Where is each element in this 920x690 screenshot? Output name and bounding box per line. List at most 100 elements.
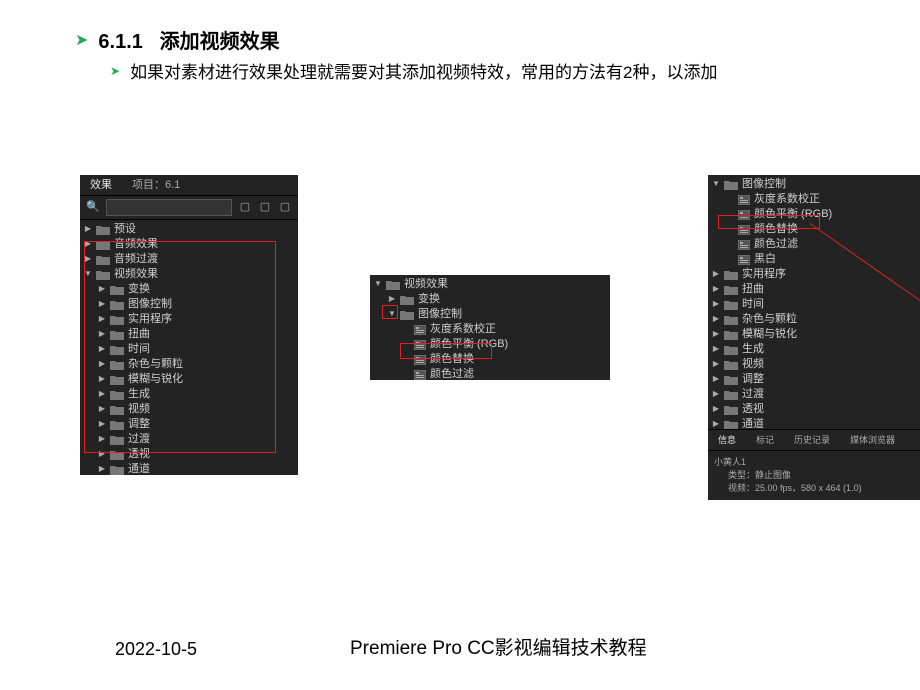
tree-row[interactable]: ▶实用程序: [708, 267, 920, 282]
tree-row[interactable]: ▶透视: [80, 447, 298, 462]
tree-row[interactable]: ▶杂色与颗粒: [80, 357, 298, 372]
tree-row[interactable]: ▶扭曲: [708, 282, 920, 297]
chevron-right-icon[interactable]: ▶: [98, 284, 106, 295]
effects-tree[interactable]: ▼图像控制灰度系数校正颜色平衡 (RGB)颜色替换颜色过滤黑白▶实用程序▶扭曲▶…: [708, 175, 920, 429]
tree-item-label: 颜色过滤: [754, 237, 798, 252]
folder-icon: [110, 390, 124, 400]
chevron-right-icon[interactable]: ▶: [712, 404, 720, 415]
tree-row[interactable]: 颜色平衡 (RGB): [708, 207, 920, 222]
chevron-right-icon[interactable]: ▶: [98, 434, 106, 445]
tree-row[interactable]: ▶实用程序: [80, 312, 298, 327]
tree-row[interactable]: ▼视频效果: [80, 267, 298, 282]
tree-row[interactable]: ▶通道: [708, 417, 920, 429]
tree-row[interactable]: 颜色替换: [370, 352, 610, 367]
tab-info[interactable]: 信息: [708, 432, 746, 448]
tree-row[interactable]: ▶变换: [80, 282, 298, 297]
tab-history[interactable]: 历史记录: [784, 432, 840, 448]
tree-row[interactable]: ▶透视: [708, 402, 920, 417]
tree-item-label: 音频效果: [114, 237, 158, 252]
search-input[interactable]: [106, 199, 232, 216]
chevron-right-icon[interactable]: ▶: [712, 314, 720, 325]
tree-row[interactable]: ▶视频: [708, 357, 920, 372]
tree-item-label: 模糊与锐化: [128, 372, 183, 387]
chevron-right-icon[interactable]: ▶: [98, 329, 106, 340]
chevron-right-icon[interactable]: ▶: [712, 359, 720, 370]
chevron-right-icon[interactable]: ▶: [98, 404, 106, 415]
chevron-right-icon[interactable]: ▶: [98, 359, 106, 370]
chevron-right-icon[interactable]: ▶: [712, 374, 720, 385]
tree-row[interactable]: ▶调整: [80, 417, 298, 432]
tree-row[interactable]: ▶ 模糊与锐化: [80, 372, 298, 387]
tree-row[interactable]: ▶预设: [80, 222, 298, 237]
chevron-right-icon[interactable]: ▶: [98, 374, 106, 385]
info-block: 小黄人1 类型：静止图像 视频：25.00 fps，580 x 464 (1.0…: [708, 451, 920, 500]
tree-row[interactable]: ▶调整: [708, 372, 920, 387]
tree-row[interactable]: ▶生成: [80, 387, 298, 402]
tree-row[interactable]: ▶ 音频过渡: [80, 252, 298, 267]
chevron-right-icon[interactable]: ▶: [712, 269, 720, 280]
effects-tree[interactable]: ▶预设▶音频效果▶音频过渡▼视频效果▶变换▶图像控制▶实用程序▶扭曲▶时间▶杂色…: [80, 220, 298, 475]
tree-row[interactable]: ▼视频效果: [370, 277, 610, 292]
tree-row[interactable]: ▶ 图像控制: [80, 297, 298, 312]
tree-row[interactable]: ▶时间: [80, 342, 298, 357]
tree-row[interactable]: ▶视频: [80, 402, 298, 417]
folder-icon: [724, 345, 738, 355]
tree-row[interactable]: 灰度系数校正: [708, 192, 920, 207]
chevron-right-icon[interactable]: ▶: [98, 419, 106, 430]
tree-row[interactable]: ▶ 音频效果: [80, 237, 298, 252]
filter-icon-1[interactable]: ▢: [238, 201, 252, 215]
tab-effects[interactable]: 效果: [80, 176, 122, 195]
tree-item-label: 音频过渡: [114, 252, 158, 267]
chevron-right-icon[interactable]: ▶: [712, 389, 720, 400]
preset-icon: [738, 255, 750, 265]
chevron-right-icon[interactable]: ▶: [712, 284, 720, 295]
tree-row[interactable]: 颜色平衡 (RGB): [370, 337, 610, 352]
chevron-down-icon[interactable]: ▼: [84, 269, 92, 280]
tree-row[interactable]: ▶通道: [80, 462, 298, 475]
tree-row[interactable]: ▶过渡: [708, 387, 920, 402]
chevron-right-icon[interactable]: ▶: [98, 314, 106, 325]
tree-item-label: 图像控制: [128, 297, 172, 312]
chevron-right-icon[interactable]: ▶: [84, 239, 92, 250]
tree-row[interactable]: 灰度系数校正: [370, 322, 610, 337]
tree-row[interactable]: ▼图像控制: [370, 307, 610, 322]
tree-row[interactable]: ▼图像控制: [708, 177, 920, 192]
effects-panel-right: ▼图像控制灰度系数校正颜色平衡 (RGB)颜色替换颜色过滤黑白▶实用程序▶扭曲▶…: [708, 175, 920, 500]
chevron-right-icon[interactable]: ▶: [98, 464, 106, 475]
search-icon[interactable]: 🔍: [86, 201, 100, 215]
filter-icon-3[interactable]: ▢: [278, 201, 292, 215]
tab-project[interactable]: 项目：6.1: [122, 176, 190, 195]
chevron-right-icon[interactable]: ▶: [98, 344, 106, 355]
tree-row[interactable]: ▶变换: [370, 292, 610, 307]
chevron-right-icon[interactable]: ▶: [712, 299, 720, 310]
tree-row[interactable]: 颜色过滤: [708, 237, 920, 252]
tree-row[interactable]: ▶扭曲: [80, 327, 298, 342]
tree-row[interactable]: 黑白: [708, 252, 920, 267]
chevron-right-icon[interactable]: ▶: [712, 329, 720, 340]
chevron-right-icon[interactable]: ▶: [712, 419, 720, 429]
chevron-down-icon[interactable]: ▼: [374, 279, 382, 290]
tree-row[interactable]: ▶杂色与颗粒: [708, 312, 920, 327]
chevron-right-icon[interactable]: ▶: [98, 449, 106, 460]
tree-row[interactable]: ▶过渡: [80, 432, 298, 447]
tab-markers[interactable]: 标记: [746, 432, 784, 448]
chevron-right-icon[interactable]: ▶: [712, 344, 720, 355]
folder-icon: [110, 345, 124, 355]
preset-icon: [414, 325, 426, 335]
tree-row[interactable]: 颜色替换: [708, 222, 920, 237]
effects-tree[interactable]: ▼视频效果▶变换▼图像控制灰度系数校正颜色平衡 (RGB)颜色替换颜色过滤黑白: [370, 275, 610, 380]
filter-icon-2[interactable]: ▢: [258, 201, 272, 215]
chevron-right-icon[interactable]: ▶: [84, 224, 92, 235]
tab-media-browser[interactable]: 媒体浏览器: [840, 432, 905, 448]
chevron-right-icon[interactable]: ▶: [388, 294, 396, 305]
tree-row[interactable]: ▶时间: [708, 297, 920, 312]
folder-icon: [724, 390, 738, 400]
tree-row[interactable]: ▶生成: [708, 342, 920, 357]
tree-row[interactable]: ▶模糊与锐化: [708, 327, 920, 342]
chevron-right-icon[interactable]: ▶: [98, 299, 106, 310]
chevron-down-icon[interactable]: ▼: [712, 179, 720, 190]
chevron-right-icon[interactable]: ▶: [84, 254, 92, 265]
tree-row[interactable]: 颜色过滤: [370, 367, 610, 380]
chevron-down-icon[interactable]: ▼: [388, 309, 396, 320]
chevron-right-icon[interactable]: ▶: [98, 389, 106, 400]
